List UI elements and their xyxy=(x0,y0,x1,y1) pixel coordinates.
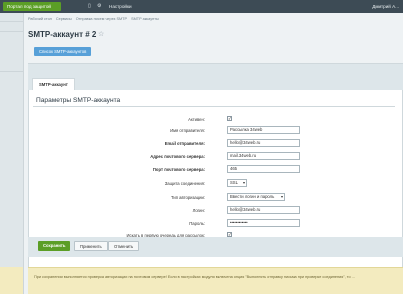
breadcrumb-item[interactable]: Рабочий стол xyxy=(28,17,52,21)
portal-protected-button[interactable]: Портал под защитой xyxy=(3,2,61,11)
breadcrumb-item[interactable]: SMTP аккаунты xyxy=(131,17,159,21)
panel-toggle-icon[interactable]: ▯ xyxy=(88,3,91,10)
breadcrumb: Рабочий стол Сервисы Отправка писем чере… xyxy=(28,17,162,21)
star-icon[interactable]: ☆ xyxy=(98,30,104,38)
smtp-accounts-list-button[interactable]: Список SMTP-аккаунтов xyxy=(34,47,92,56)
panel-title: Параметры SMTP-аккаунта xyxy=(36,97,121,104)
password-label: Пароль: xyxy=(189,221,205,226)
apply-button[interactable]: Применить xyxy=(74,241,108,251)
auth-type-label: Тип авторизации: xyxy=(171,195,205,200)
panel-header: Параметры SMTP-аккаунта xyxy=(33,94,395,107)
breadcrumb-item[interactable]: Отправка писем через SMTP xyxy=(76,17,127,21)
sidebar-item[interactable] xyxy=(0,63,23,72)
server-port-input[interactable]: 465 xyxy=(227,165,300,173)
user-menu[interactable]: Дмитрий А... xyxy=(372,3,399,10)
info-note: При сохранении выполняется проверка авто… xyxy=(28,267,403,294)
gear-icon[interactable]: ⚙ xyxy=(97,3,101,10)
sidebar-item[interactable] xyxy=(0,23,23,32)
sender-name-input[interactable]: Рассылка 34web xyxy=(227,126,300,134)
auth-type-select[interactable]: Ввести логин и пароль ▾ xyxy=(227,193,285,201)
chevron-down-icon: ▾ xyxy=(280,194,283,199)
main-content: Рабочий стол Сервисы Отправка писем чере… xyxy=(24,13,403,294)
top-bar: Портал под защитой ▯ ⚙ Настройки Дмитрий… xyxy=(0,0,403,13)
sender-email-input[interactable]: hello@34web.ru xyxy=(227,139,300,147)
sidebar xyxy=(0,13,24,294)
sidebar-item[interactable] xyxy=(0,13,23,22)
auth-type-select-value: Ввести логин и пароль xyxy=(230,194,275,199)
login-input[interactable]: hello@34web.ru xyxy=(227,206,300,214)
breadcrumb-item[interactable]: Сервисы xyxy=(56,17,72,21)
server-address-label: Адрес почтового сервера: xyxy=(150,154,205,159)
save-button[interactable]: Сохранить xyxy=(38,241,71,251)
password-input[interactable]: •••••••••••• xyxy=(227,219,300,227)
chevron-down-icon: ▾ xyxy=(242,180,245,185)
login-label: Логин: xyxy=(192,208,205,213)
settings-link[interactable]: Настройки xyxy=(104,3,132,10)
sender-name-label: Имя отправителя: xyxy=(170,128,205,133)
security-label: Защита соединения: xyxy=(164,181,205,186)
security-select[interactable]: SSL ▾ xyxy=(227,179,247,187)
security-select-value: SSL xyxy=(230,180,238,185)
cancel-button[interactable]: Отменить xyxy=(108,241,140,251)
server-address-input[interactable]: mail.34web.ru xyxy=(227,152,300,160)
active-label: Активен: xyxy=(188,117,205,122)
form-button-bar: Сохранить Применить Отменить xyxy=(28,237,403,257)
sender-email-label: Email отправителя: xyxy=(164,141,205,146)
server-port-label: Порт почтового сервера: xyxy=(152,167,205,172)
page-title: SMTP-аккаунт # 2 xyxy=(28,30,97,39)
active-checkbox[interactable]: ✓ xyxy=(227,116,232,121)
settings-label: Настройки xyxy=(109,4,132,9)
tab-strip: SMTP-аккаунт xyxy=(28,63,403,91)
sidebar-note-area xyxy=(0,267,23,294)
